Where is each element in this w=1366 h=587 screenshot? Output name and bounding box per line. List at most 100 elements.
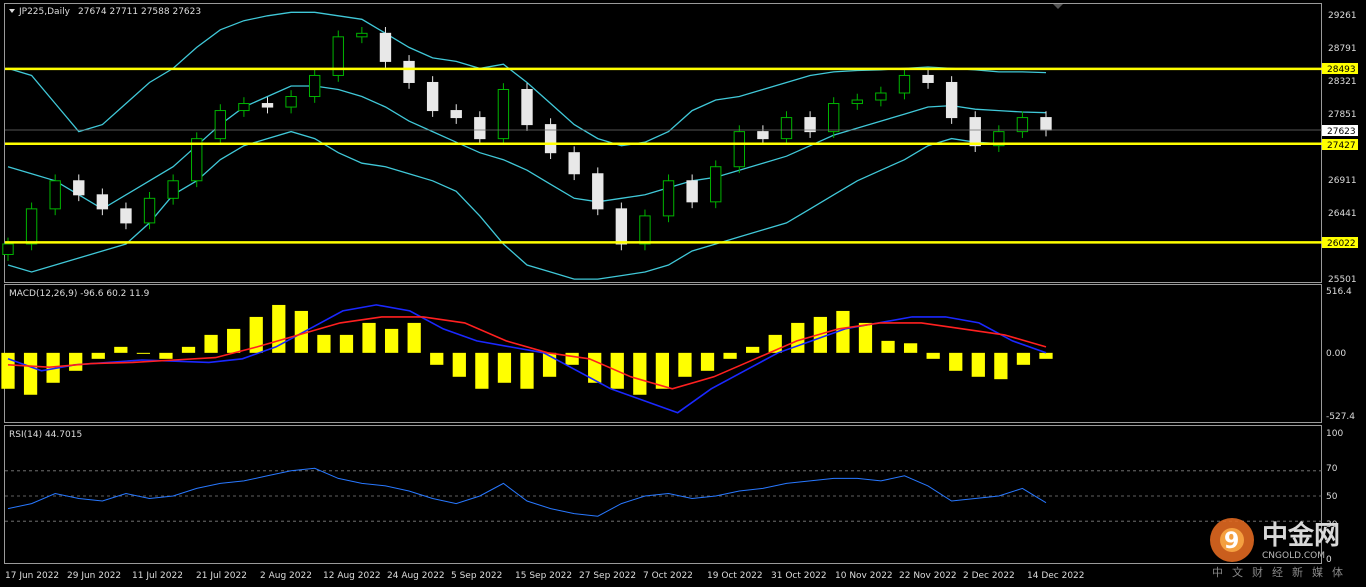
macd-histogram-bar bbox=[362, 322, 376, 353]
rsi-tick: 70 bbox=[1326, 464, 1338, 474]
macd-histogram-bar bbox=[204, 334, 218, 353]
candle-body bbox=[261, 103, 274, 108]
macd-tick: 516.4 bbox=[1326, 287, 1352, 297]
macd-histogram-bar bbox=[926, 352, 940, 359]
macd-histogram-bar bbox=[678, 352, 692, 377]
candle-body bbox=[544, 124, 557, 154]
candle-body bbox=[167, 180, 179, 199]
macd-histogram-bar bbox=[1016, 352, 1031, 365]
candle-body bbox=[922, 74, 934, 83]
date-tick: 17 Jun 2022 bbox=[5, 571, 59, 581]
macd-histogram-bar bbox=[136, 352, 151, 354]
watermark-domain: CNGOLD.COM bbox=[1262, 551, 1325, 561]
macd-histogram-bar bbox=[881, 340, 895, 353]
macd-indicator-label: MACD(12,26,9) -96.6 60.2 11.9 bbox=[9, 289, 150, 299]
candle-body bbox=[356, 32, 368, 38]
candle-body bbox=[1040, 117, 1052, 131]
macd-histogram-bar bbox=[655, 352, 670, 389]
candle-body bbox=[474, 117, 486, 140]
candle-body bbox=[214, 110, 227, 140]
macd-histogram-bar bbox=[475, 352, 489, 389]
candle-body bbox=[308, 74, 321, 98]
candle-body bbox=[2, 243, 14, 255]
candle-body bbox=[120, 208, 132, 224]
candle-body bbox=[898, 74, 911, 94]
rsi-tick: 100 bbox=[1326, 429, 1343, 439]
date-tick: 11 Jul 2022 bbox=[132, 571, 183, 581]
date-tick: 24 Aug 2022 bbox=[387, 571, 445, 581]
price-tick: 27851 bbox=[1328, 110, 1357, 120]
candle-body bbox=[780, 117, 793, 140]
candle-body bbox=[875, 92, 887, 101]
candle-body bbox=[450, 110, 462, 119]
date-tick: 27 Sep 2022 bbox=[579, 571, 636, 581]
candle-body bbox=[379, 32, 392, 62]
macd-histogram-bar bbox=[23, 352, 38, 395]
date-tick: 21 Jul 2022 bbox=[196, 571, 247, 581]
candle-body bbox=[73, 180, 85, 196]
candle-body bbox=[285, 96, 297, 108]
candle-body bbox=[403, 60, 415, 83]
macd-histogram-bar bbox=[384, 328, 399, 353]
candle-body bbox=[49, 180, 61, 210]
candle-body bbox=[757, 131, 769, 140]
macd-histogram-bar bbox=[700, 352, 715, 371]
watermark-logo: 9 中金网 CNGOLD.COM 中文财经新媒体 bbox=[1210, 518, 1343, 579]
candle-body bbox=[521, 88, 533, 126]
price-tick: 26441 bbox=[1328, 209, 1357, 219]
macd-histogram-bar bbox=[407, 322, 421, 353]
date-tick: 14 Dec 2022 bbox=[1027, 571, 1085, 581]
level-price-label: 28493 bbox=[1327, 65, 1356, 75]
macd-histogram-bar bbox=[1039, 352, 1053, 359]
macd-histogram-bar bbox=[791, 322, 805, 353]
candle-body bbox=[96, 194, 109, 210]
candle-body bbox=[568, 152, 580, 175]
macd-histogram-bar bbox=[227, 328, 241, 353]
macd-histogram-bar bbox=[317, 334, 331, 353]
date-tick: 10 Nov 2022 bbox=[835, 571, 893, 581]
macd-histogram-bar bbox=[903, 343, 918, 353]
price-tick: 25501 bbox=[1328, 275, 1357, 285]
macd-histogram-bar bbox=[633, 352, 647, 395]
date-tick: 2 Dec 2022 bbox=[963, 571, 1015, 581]
macd-histogram-bar bbox=[949, 352, 963, 371]
macd-histogram-bar bbox=[1, 352, 15, 389]
candle-body bbox=[945, 81, 958, 119]
price-tick: 29261 bbox=[1328, 11, 1357, 21]
macd-tick: -527.4 bbox=[1326, 412, 1355, 422]
date-tick: 31 Oct 2022 bbox=[771, 571, 827, 581]
rsi-tick: 50 bbox=[1326, 492, 1338, 502]
rsi-indicator-label: RSI(14) 44.7015 bbox=[9, 430, 82, 440]
macd-histogram-bar bbox=[858, 322, 873, 353]
macd-tick: 0.00 bbox=[1326, 349, 1346, 359]
price-tick: 26911 bbox=[1328, 176, 1357, 186]
macd-histogram-bar bbox=[971, 352, 985, 377]
candle-body bbox=[143, 197, 156, 224]
date-tick: 19 Oct 2022 bbox=[707, 571, 763, 581]
date-tick: 22 Nov 2022 bbox=[899, 571, 957, 581]
watermark-brand: 中金网 bbox=[1262, 520, 1340, 551]
date-tick: 29 Jun 2022 bbox=[67, 571, 121, 581]
macd-histogram-bar bbox=[339, 334, 354, 353]
date-axis: 17 Jun 2022 29 Jun 2022 11 Jul 2022 21 J… bbox=[5, 571, 1085, 581]
level-price-label: 26022 bbox=[1327, 239, 1356, 249]
candle-body bbox=[686, 180, 698, 203]
date-tick: 15 Sep 2022 bbox=[515, 571, 572, 581]
candle-body bbox=[497, 88, 510, 140]
symbol-label: JP225,Daily bbox=[18, 7, 71, 17]
candle-body bbox=[804, 117, 816, 133]
macd-histogram-bar bbox=[520, 352, 534, 389]
macd-histogram-bar bbox=[181, 346, 196, 353]
macd-histogram-bar bbox=[69, 352, 83, 371]
price-tick: 28321 bbox=[1328, 77, 1357, 87]
candle-body bbox=[592, 173, 604, 210]
candle-body bbox=[426, 81, 439, 112]
current-price-label: 27623 bbox=[1327, 127, 1356, 137]
candle-body bbox=[733, 131, 746, 168]
rsi-tick: 0 bbox=[1326, 555, 1332, 565]
candle-body bbox=[827, 103, 840, 133]
macd-histogram-bar bbox=[452, 352, 466, 377]
trading-chart: 29261 28791 28321 27851 26911 26441 2550… bbox=[0, 0, 1366, 587]
date-tick: 7 Oct 2022 bbox=[643, 571, 693, 581]
macd-histogram-bar bbox=[994, 352, 1008, 380]
